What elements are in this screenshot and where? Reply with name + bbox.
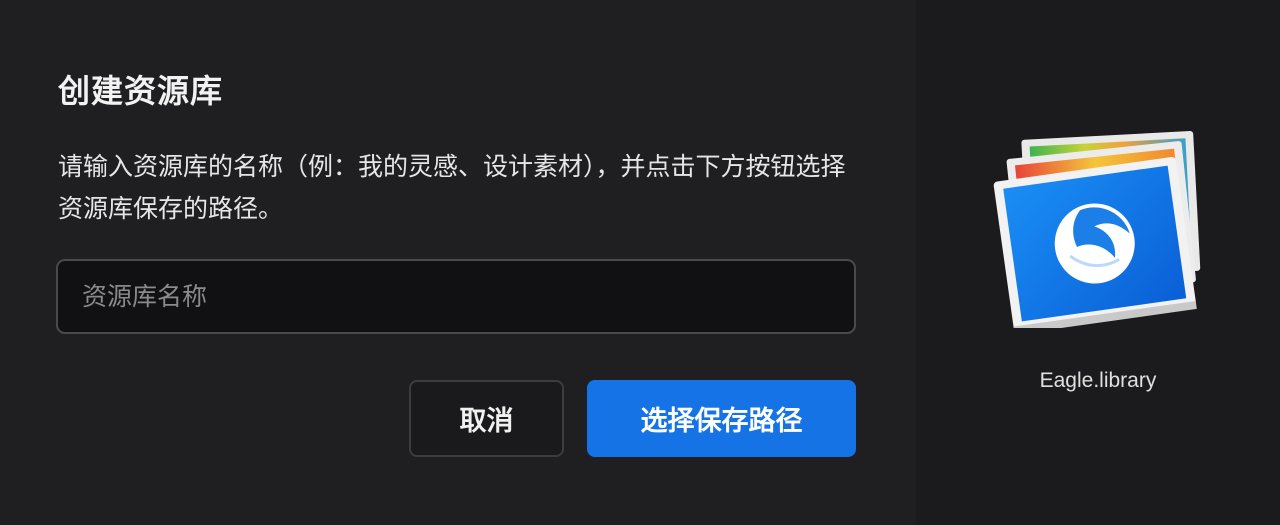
eagle-library-icon (993, 131, 1201, 328)
choose-save-path-button[interactable]: 选择保存路径 (587, 380, 856, 457)
dialog-title: 创建资源库 (58, 72, 224, 110)
create-library-dialog: 创建资源库 请输入资源库的名称（例：我的灵感、设计素材），并点击下方按钮选择资源… (0, 0, 1280, 525)
choose-save-path-button-label: 选择保存路径 (640, 406, 803, 437)
library-filename: Eagle.library (1039, 369, 1157, 392)
library-preview-panel: Eagle.library (916, 0, 1280, 525)
cancel-button-label: 取消 (459, 406, 514, 437)
library-name-input[interactable] (56, 259, 856, 334)
dialog-main-panel: 创建资源库 请输入资源库的名称（例：我的灵感、设计素材），并点击下方按钮选择资源… (0, 0, 916, 525)
dialog-description: 请输入资源库的名称（例：我的灵感、设计素材），并点击下方按钮选择资源库保存的路径… (58, 152, 846, 223)
cancel-button[interactable]: 取消 (409, 380, 564, 457)
